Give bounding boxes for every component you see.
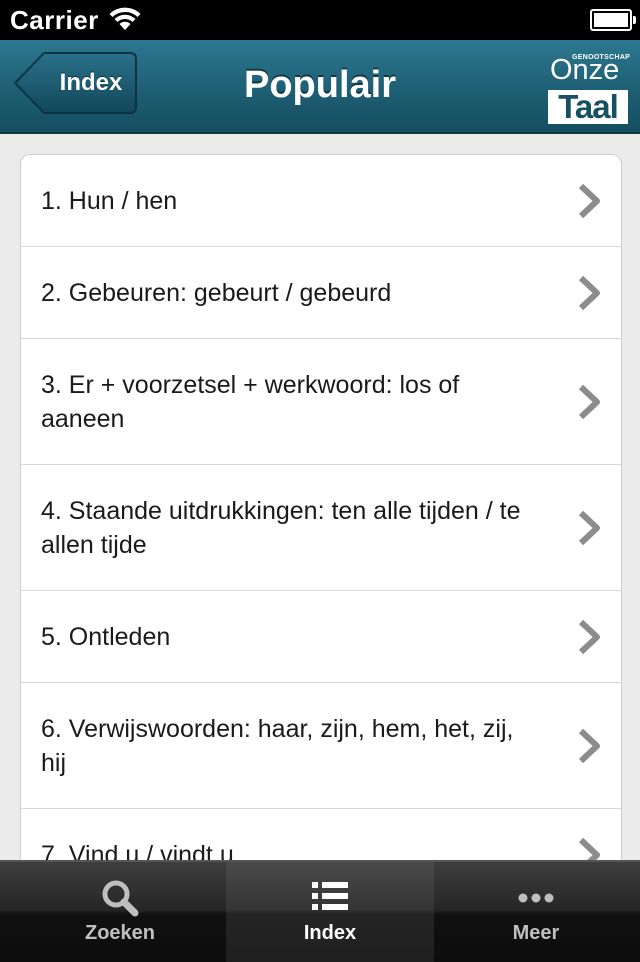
- chevron-right-icon: [578, 183, 600, 219]
- wifi-icon: [108, 6, 142, 37]
- tab-zoeken[interactable]: Zoeken: [16, 862, 224, 962]
- list-item[interactable]: 2. Gebeuren: gebeurt / gebeurd: [21, 247, 621, 339]
- status-bar: Carrier: [0, 0, 640, 40]
- back-button-label: Index: [59, 69, 123, 96]
- chevron-right-icon: [578, 619, 600, 655]
- page-title: Populair: [243, 64, 397, 106]
- tab-meer[interactable]: Meer: [432, 862, 640, 962]
- list-item[interactable]: 6. Verwijswoorden: haar, zijn, hem, het,…: [21, 683, 621, 809]
- content-area[interactable]: 1. Hun / hen 2. Gebeuren: gebeurt / gebe…: [0, 134, 640, 860]
- tab-bar: Zoeken Index Meer: [0, 860, 640, 962]
- search-icon: [16, 878, 224, 918]
- tab-index[interactable]: Index: [226, 862, 434, 962]
- tab-label: Zoeken: [84, 922, 156, 944]
- list-item-label: 7. Vind u / vindt u: [41, 841, 234, 860]
- list-item-label: 2. Gebeuren: gebeurt / gebeurd: [41, 279, 392, 307]
- list-item-label: 4. Staande uitdrukkingen: ten alle tijde…: [41, 497, 521, 559]
- list-item[interactable]: 3. Er + voorzetsel + werkwoord: los of a…: [21, 339, 621, 465]
- list-item[interactable]: 1. Hun / hen: [21, 155, 621, 247]
- chevron-right-icon: [578, 275, 600, 311]
- chevron-right-icon: [578, 384, 600, 420]
- chevron-right-icon: [578, 728, 600, 764]
- chevron-right-icon: [578, 510, 600, 546]
- chevron-right-icon: [578, 837, 600, 860]
- list-item[interactable]: 7. Vind u / vindt u: [21, 809, 621, 860]
- back-button[interactable]: Index: [12, 51, 138, 115]
- popular-list: 1. Hun / hen 2. Gebeuren: gebeurt / gebe…: [20, 154, 622, 860]
- list-item[interactable]: 4. Staande uitdrukkingen: ten alle tijde…: [21, 465, 621, 591]
- list-icon: [226, 878, 434, 918]
- navigation-bar: Index Populair GENOOTSCHAP Onze Taal: [0, 40, 640, 134]
- list-item-label: 5. Ontleden: [41, 623, 171, 651]
- list-item-label: 1. Hun / hen: [41, 187, 178, 215]
- onze-taal-logo: GENOOTSCHAP Onze Taal: [548, 50, 630, 124]
- list-item-label: 6. Verwijswoorden: haar, zijn, hem, het,…: [41, 715, 514, 777]
- list-item-label: 3. Er + voorzetsel + werkwoord: los of a…: [41, 371, 460, 433]
- more-icon: [432, 878, 640, 918]
- list-item[interactable]: 5. Ontleden: [21, 591, 621, 683]
- logo-onze: Onze: [550, 54, 620, 86]
- tab-label: Index: [303, 922, 357, 944]
- battery-icon: [590, 9, 636, 31]
- tab-label: Meer: [512, 922, 560, 944]
- carrier-label: Carrier: [10, 5, 99, 35]
- logo-taal: Taal: [548, 90, 628, 124]
